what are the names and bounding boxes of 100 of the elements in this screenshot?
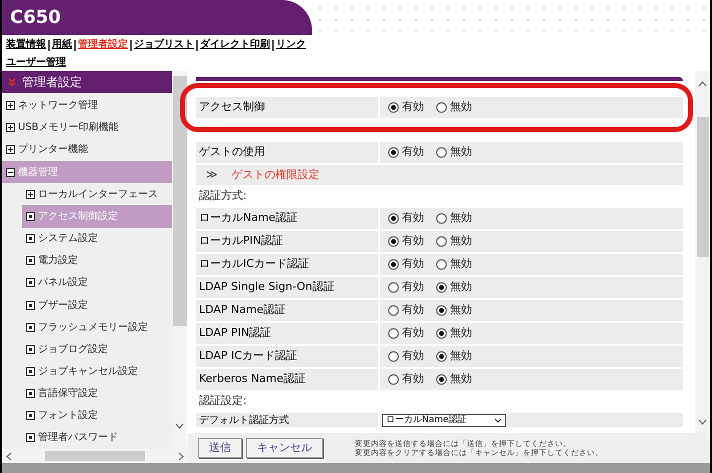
form-button[interactable]: 送信 [198, 438, 242, 458]
page-icon [26, 411, 35, 420]
radio-button-icon[interactable] [436, 213, 447, 224]
radio-button-icon[interactable] [388, 305, 399, 316]
radio-option[interactable]: 有効 [388, 348, 424, 365]
caret-icon [494, 418, 502, 422]
radio-button-icon[interactable] [388, 213, 399, 224]
scroll-down-icon[interactable] [175, 423, 184, 429]
nav-link[interactable]: 管理者設定 [78, 37, 128, 54]
radio-option[interactable]: 無効 [436, 325, 472, 342]
sidebar-item[interactable]: フォント設定 [22, 404, 172, 427]
scrollbar-thumb[interactable] [696, 117, 708, 257]
radio-button-icon[interactable] [436, 282, 447, 293]
page-icon [26, 389, 35, 398]
scrollbar-thumb[interactable] [45, 451, 145, 461]
radio-button-icon[interactable] [436, 374, 447, 385]
radio-option[interactable]: 無効 [436, 99, 472, 116]
nav-link[interactable]: ジョブリスト [134, 37, 194, 54]
radio-option[interactable]: 無効 [436, 256, 472, 273]
nav-link[interactable]: 用紙 [52, 37, 72, 54]
nav-link[interactable]: リンク [276, 37, 306, 54]
sidebar-item[interactable]: 電力設定 [22, 250, 172, 272]
setting-label: LDAP ICカード認証 [196, 346, 378, 367]
sidebar-item[interactable]: ジョブログ設定 [22, 338, 172, 360]
nav-link[interactable]: 装置情報 [6, 37, 46, 54]
radio-option[interactable]: 無効 [436, 348, 472, 365]
setting-label: ローカルName認証 [196, 208, 378, 229]
expand-icon [6, 101, 15, 110]
scroll-up-icon[interactable] [698, 81, 707, 87]
radio-option[interactable]: 有効 [388, 279, 424, 296]
scrollbar-thumb[interactable] [172, 76, 186, 326]
sidebar-item[interactable]: ブザー設定 [22, 294, 172, 316]
collapse-icon [6, 168, 15, 177]
sidebar-item[interactable]: ネットワーク管理 [2, 94, 172, 117]
sidebar-item[interactable]: プリンター機能 [2, 138, 172, 162]
expand-icon [6, 123, 15, 132]
page-icon [26, 367, 35, 376]
sidebar-item[interactable]: フラッシュメモリー設定 [22, 316, 172, 338]
radio-option[interactable]: 無効 [436, 210, 472, 227]
radio-option[interactable]: 無効 [436, 302, 472, 319]
radio-button-icon[interactable] [436, 259, 447, 270]
radio-button-icon[interactable] [436, 305, 447, 316]
page-icon [26, 234, 35, 244]
sidebar-item[interactable]: パネル設定 [22, 272, 172, 294]
setting-label: デフォルト認証方式 [196, 413, 378, 427]
section-heading: 認証方式: [198, 188, 248, 204]
sidebar-item[interactable]: 言語保守設定 [22, 382, 172, 405]
radio-button-icon[interactable] [388, 374, 399, 385]
radio-option[interactable]: 無効 [436, 279, 472, 296]
page-icon [26, 278, 35, 288]
guest-permission-link[interactable]: ゲストの権限設定 [232, 166, 320, 184]
sidebar-scrollbar[interactable] [172, 71, 187, 449]
setting-label: Kerberos Name認証 [196, 369, 378, 390]
chevron-down-icon [8, 78, 16, 86]
radio-button-icon[interactable] [436, 102, 447, 113]
nav-link[interactable]: ユーザー管理 [6, 54, 66, 71]
radio-option[interactable]: 有効 [388, 302, 424, 319]
setting-label: LDAP Single Sign-On認証 [196, 277, 378, 298]
scroll-down-icon[interactable] [698, 419, 707, 425]
radio-button-icon[interactable] [436, 147, 447, 158]
radio-button-icon[interactable] [388, 328, 399, 339]
sidebar-item[interactable]: システム設定 [22, 228, 172, 250]
expand-icon [6, 145, 15, 154]
radio-option[interactable]: 有効 [388, 99, 424, 116]
sidebar-item[interactable]: 管理者パスワード [22, 426, 172, 450]
radio-button-icon[interactable] [388, 259, 399, 270]
sidebar-item[interactable]: ジョブキャンセル設定 [22, 360, 172, 383]
radio-option[interactable]: 有効 [388, 233, 424, 250]
radio-option[interactable]: 有効 [388, 371, 424, 388]
radio-option[interactable]: 有効 [388, 210, 424, 227]
radio-option[interactable]: 有効 [388, 144, 424, 161]
nav-link[interactable]: ダイレクト印刷 [200, 37, 270, 54]
form-button[interactable]: キャンセル [246, 438, 323, 458]
setting-label: ローカルICカード認証 [196, 254, 378, 275]
radio-option[interactable]: 無効 [436, 144, 472, 161]
radio-option[interactable]: 無効 [436, 371, 472, 388]
page-icon [26, 322, 35, 332]
radio-option[interactable]: 有効 [388, 325, 424, 342]
select-field[interactable]: ローカルName認証 [382, 414, 506, 426]
radio-button-icon[interactable] [388, 147, 399, 158]
radio-button-icon[interactable] [388, 351, 399, 362]
radio-option[interactable]: 無効 [436, 233, 472, 250]
sidebar-title: 管理者設定 [22, 74, 82, 91]
sidebar-item[interactable]: USBメモリー印刷機能 [2, 116, 172, 139]
radio-button-icon[interactable] [436, 351, 447, 362]
radio-button-icon[interactable] [388, 236, 399, 247]
radio-option[interactable]: 有効 [388, 256, 424, 273]
radio-button-icon[interactable] [436, 236, 447, 247]
horizontal-scrollbar[interactable] [2, 449, 188, 463]
setting-label: ゲストの使用 [196, 142, 378, 163]
radio-button-icon[interactable] [436, 328, 447, 339]
content-scrollbar[interactable] [695, 71, 710, 433]
scroll-left-icon[interactable] [6, 452, 12, 460]
scroll-right-icon[interactable] [178, 452, 184, 460]
setting-label: LDAP PIN認証 [196, 323, 378, 344]
sidebar-item[interactable]: ローカルインターフェース [22, 183, 172, 206]
setting-label: ローカルPIN認証 [196, 231, 378, 252]
radio-button-icon[interactable] [388, 282, 399, 293]
header-title: C650 [10, 6, 61, 30]
radio-button-icon[interactable] [388, 102, 399, 113]
